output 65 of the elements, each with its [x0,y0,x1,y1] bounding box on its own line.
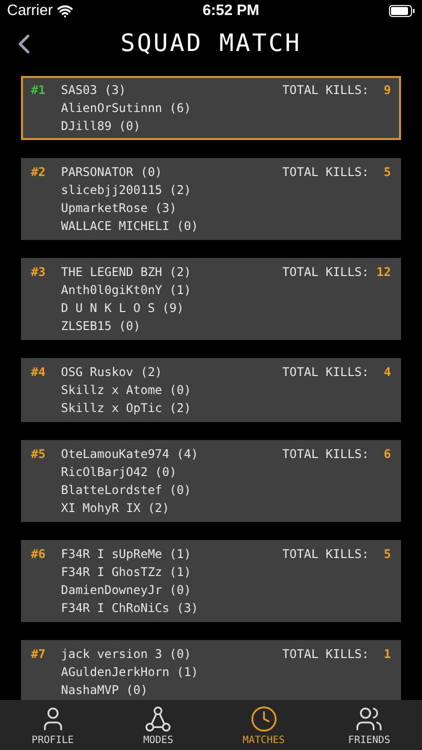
player-name: PARSONATOR (0) [61,164,164,181]
tab-bar-item[interactable]: MODES [106,700,211,750]
battery-icon [388,5,415,17]
tab-bar-item[interactable]: PROFILE [0,700,106,750]
kills-label: TOTAL KILLS: [282,546,369,563]
player-name: BlatteLordstef (0) [61,482,192,499]
wifi-icon [56,3,73,19]
player-name: F34R I ChRoNiCs (3) [61,600,200,617]
squad-card[interactable]: #1 SAS03 (3) AlienOrSutinnn (6) DJill89 (0) TOTAL KILLS: 9 [21,76,401,140]
kills-count: 1 [382,646,391,663]
player-name: DJill89 (0) [61,118,142,135]
page-title: SQUAD MATCH [120,28,302,59]
player-name: jack version 3 (0) [61,646,192,663]
player-name: AlienOrSutinnn (6) [61,100,192,117]
kills-count: 4 [382,364,391,381]
player-name: ZLSEB15 (0) [61,318,142,335]
player-name: DamienDowneyJr (0) [61,582,192,599]
squad-card[interactable]: #6 F34R I sUpReMe (1) F34R I GhosTZz (1) DamienDowneyJr (0) F34R I ChRoNiCs (3) TOTAL KILLS: 5 [21,540,401,622]
player-name: F34R I GhosTZz (1) [61,564,192,581]
tab-bar-item[interactable]: FRIENDS [316,700,422,750]
kills-count: 5 [382,546,391,563]
kills-label: TOTAL KILLS: [282,264,369,281]
squad-card[interactable]: #3 THE LEGEND BZH (2) Anth0l0giKt0nY (1) D U N K L O S (9) ZLSEB15 (0) TOTAL KILLS: 12 [21,258,401,340]
player-name: RicOlBarjO42 (0) [61,464,178,481]
kills-count: 9 [382,82,391,99]
kills-label: TOTAL KILLS: [282,82,369,99]
player-name: D U N K L O S (9) [61,300,185,317]
carrier-label: Carrier [7,0,53,21]
tab-bar-item[interactable]: MATCHES [211,700,316,750]
kills-label: TOTAL KILLS: [282,164,369,181]
clock-time: 6:52 PM [202,0,260,21]
player-name: WALLACE MICHELI (0) [61,218,200,235]
kills-label: TOTAL KILLS: [282,646,369,663]
player-name: Anth0l0giKt0nY (1) [61,282,192,299]
kills-count: 5 [382,164,391,181]
squad-card[interactable]: #5 OteLamouKate974 (4) RicOlBarjO42 (0) BlatteLordstef (0) XI MohyR IX (2) TOTAL KILLS: 6 [21,440,401,522]
player-name: OSG Ruskov (2) [61,364,164,381]
rank-label: #6 [31,546,46,563]
rank-label: #7 [31,646,46,663]
player-name: THE LEGEND BZH (2) [61,264,192,281]
rank-label: #4 [31,364,46,381]
squad-card[interactable]: #4 OSG Ruskov (2) Skillz x Atome (0) Skillz x OpTic (2) TOTAL KILLS: 4 [21,358,401,422]
clock-icon [250,704,278,732]
player-name: slicebjj200115 (2) [61,182,192,199]
player-name: NashaMVP (0) [61,682,149,699]
player-name: OteLamouKate974 (4) [61,446,200,463]
rank-label: #3 [31,264,46,281]
player-name: Skillz x Atome (0) [61,382,192,399]
kills-label: TOTAL KILLS: [282,446,369,463]
player-name: UpmarketRose (3) [61,200,178,217]
kills-label: TOTAL KILLS: [282,364,369,381]
player-name: XI MohyR IX (2) [61,500,170,517]
rank-label: #1 [31,82,46,99]
network-icon [144,704,172,732]
squad-card[interactable]: #7 jack version 3 (0) AGuldenJerkHorn (1) NashaMVP (0) TOTAL KILLS: 1 [21,640,401,700]
player-name: SAS03 (3) [61,82,128,99]
kills-count: 12 [376,264,391,281]
kills-count: 6 [382,446,391,463]
rank-label: #5 [31,446,46,463]
player-name: Skillz x OpTic (2) [61,400,192,417]
people-icon [355,704,384,732]
rank-label: #2 [31,164,46,181]
player-name: AGuldenJerkHorn (1) [61,664,200,681]
squad-card[interactable]: #2 PARSONATOR (0) slicebjj200115 (2) UpmarketRose (3) WALLACE MICHELI (0) TOTAL KILLS: 5 [21,158,401,240]
player-name: F34R I sUpReMe (1) [61,546,192,563]
